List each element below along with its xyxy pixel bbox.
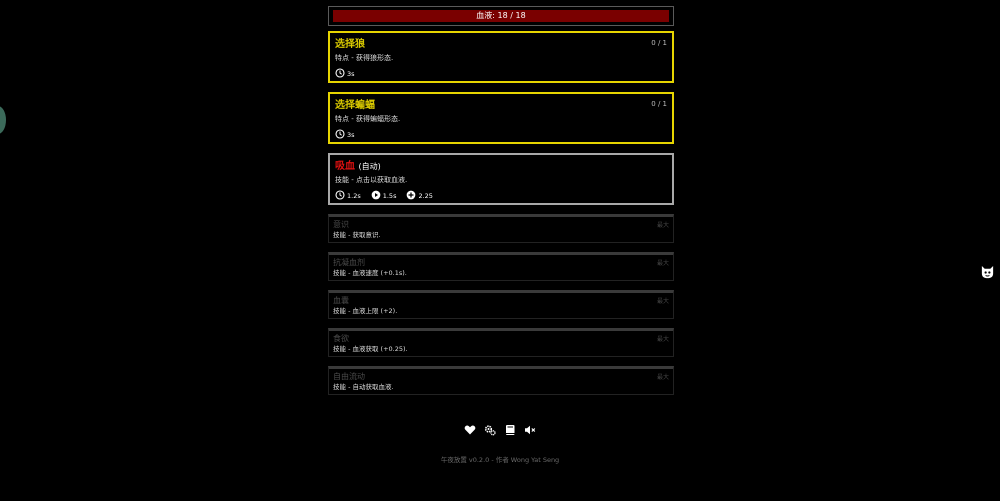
skill-title: 食欲: [333, 334, 349, 343]
skill-title: 抗凝血剂: [333, 258, 365, 267]
book-icon: [506, 424, 515, 435]
blood-bar: 血液: 18 / 18: [333, 10, 669, 22]
skill-card-select-wolf[interactable]: 选择狼 0 / 1 特点 - 获得狼形态. 3s: [328, 31, 674, 83]
skill-card-select-bat[interactable]: 选择蝙蝠 0 / 1 特点 - 获得蝙蝠形态. 3s: [328, 92, 674, 144]
max-badge: 最大: [656, 260, 669, 267]
stat-cooldown: 1.2s: [335, 190, 361, 200]
max-badge: 最大: [656, 336, 669, 343]
heart-icon: [464, 425, 476, 434]
stat-duration: 1.5s: [371, 190, 397, 200]
blood-panel: 血液: 18 / 18: [328, 6, 674, 26]
main-column: 血液: 18 / 18 选择狼 0 / 1 特点 - 获得狼形态. 3s 选择蝙…: [328, 6, 674, 404]
gears-icon: [484, 424, 496, 435]
settings-button[interactable]: [484, 423, 496, 436]
bottom-toolbar: [464, 423, 536, 436]
skill-desc: 技能 - 获取意识.: [333, 231, 381, 239]
skill-count: 0 / 1: [651, 39, 667, 47]
footer-credit: 午夜放置 v0.2.0 - 作者 Wong Yat Seng: [440, 456, 560, 464]
book-button[interactable]: [504, 423, 516, 436]
skill-desc: 技能 - 血液上限 (+2).: [333, 307, 398, 315]
max-badge: 最大: [656, 298, 669, 305]
github-icon[interactable]: [980, 265, 995, 280]
skill-locked-anticoagulant: 抗凝血剂 最大 技能 - 血液速度 (+0.1s).: [328, 252, 674, 281]
stat-cooldown: 3s: [335, 129, 355, 139]
skill-desc: 技能 - 血液获取 (+0.25).: [333, 345, 408, 353]
max-badge: 最大: [656, 374, 669, 381]
skill-suffix: (自动): [358, 162, 381, 171]
mute-button[interactable]: [524, 423, 536, 436]
side-panel-toggle[interactable]: [0, 106, 6, 134]
clock-icon: [335, 190, 345, 200]
skill-locked-awareness: 意识 最大 技能 - 获取意识.: [328, 214, 674, 243]
stat-value: 1.2s: [347, 192, 361, 200]
blood-label: 血液: 18 / 18: [476, 11, 526, 20]
skill-locked-blood-sac: 血囊 最大 技能 - 血液上限 (+2).: [328, 290, 674, 319]
heart-button[interactable]: [464, 423, 476, 436]
skill-title: 意识: [333, 220, 349, 229]
skill-card-bloodsuck[interactable]: 吸血 (自动) 技能 - 点击以获取血液. 1.2s 1.5s 2.25: [328, 153, 674, 205]
stat-cooldown: 3s: [335, 68, 355, 78]
clock-icon: [335, 68, 345, 78]
stat-value: 1.5s: [382, 192, 397, 200]
skill-title: 选择蝙蝠: [335, 100, 375, 111]
stat-value: 3s: [347, 131, 355, 139]
play-icon: [371, 190, 381, 200]
clock-icon: [335, 129, 345, 139]
skill-title: 自由流动: [333, 372, 365, 381]
skill-title: 吸血 (自动): [335, 161, 381, 172]
stat-gain: 2.25: [406, 190, 433, 200]
max-badge: 最大: [656, 222, 669, 229]
stat-value: 3s: [347, 70, 355, 78]
skill-desc: 技能 - 血液速度 (+0.1s).: [333, 269, 407, 277]
skill-count: 0 / 1: [651, 100, 667, 108]
skill-title: 血囊: [333, 296, 349, 305]
skill-desc: 技能 - 点击以获取血液.: [335, 176, 408, 184]
skill-locked-free-flow: 自由流动 最大 技能 - 自动获取血液.: [328, 366, 674, 395]
skill-title: 选择狼: [335, 39, 365, 50]
stat-value: 2.25: [418, 192, 433, 200]
mute-icon: [525, 425, 536, 434]
skill-locked-appetite: 食欲 最大 技能 - 血液获取 (+0.25).: [328, 328, 674, 357]
skill-desc: 特点 - 获得蝙蝠形态.: [335, 115, 401, 123]
plus-circle-icon: [407, 190, 416, 200]
skill-desc: 技能 - 自动获取血液.: [333, 383, 394, 391]
skill-desc: 特点 - 获得狼形态.: [335, 54, 394, 62]
